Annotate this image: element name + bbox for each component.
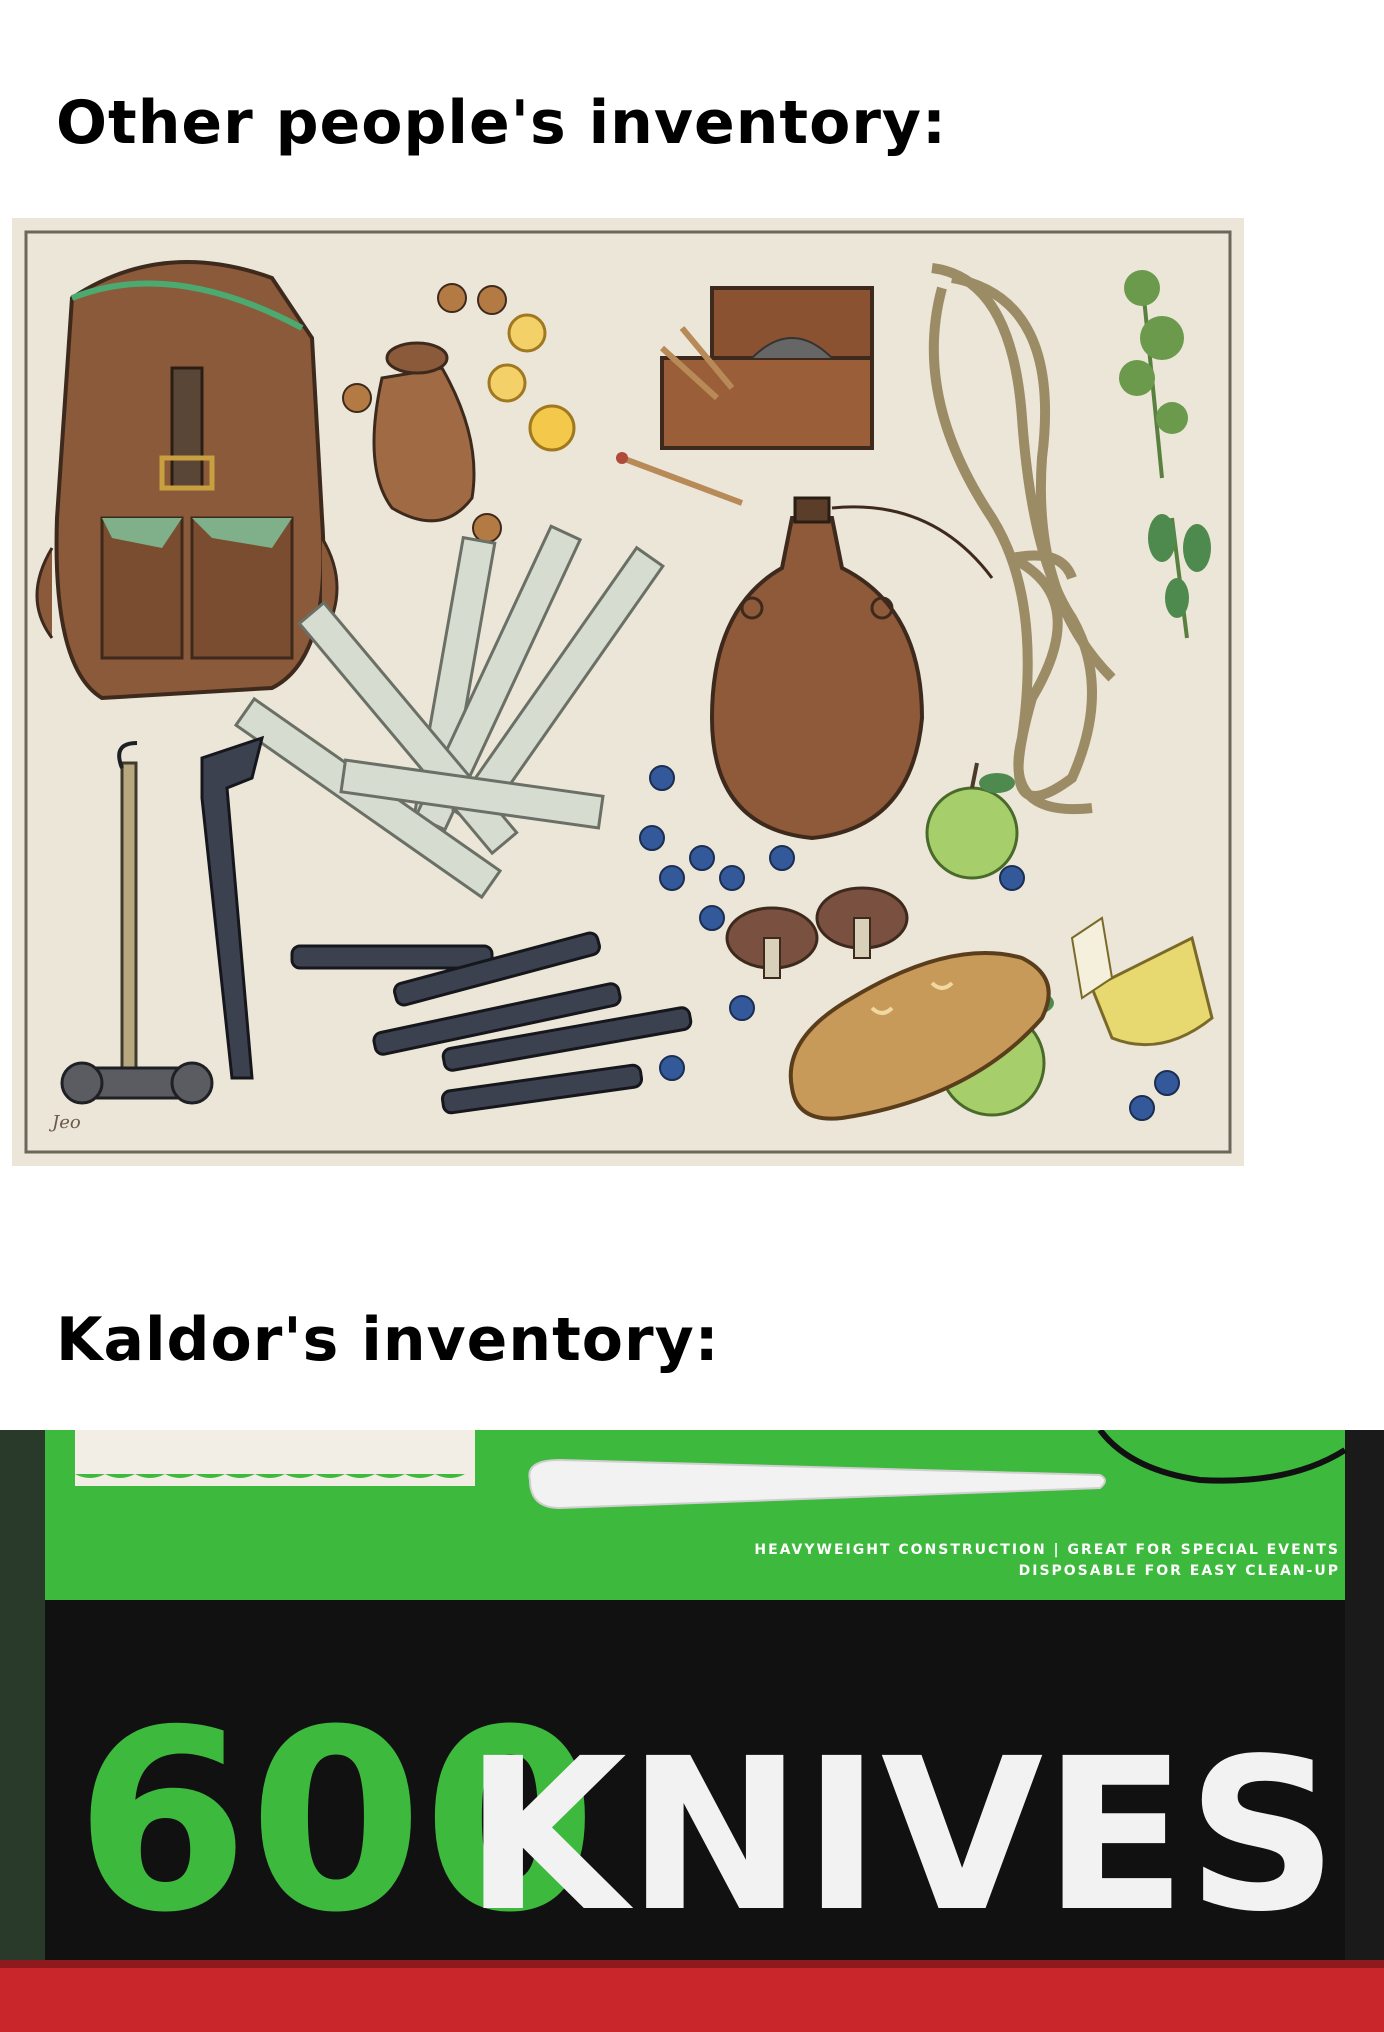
box-label-strip bbox=[75, 1430, 475, 1474]
inventory-illustration: Jeo bbox=[12, 218, 1244, 1166]
backpack-icon bbox=[35, 260, 339, 701]
bottom-caption: Kaldor's inventory: bbox=[56, 1305, 720, 1375]
box-product-name: KNIVES bbox=[464, 1713, 1338, 1958]
store-shelf bbox=[0, 1960, 1384, 2032]
box-tagline-2: DISPOSABLE FOR EASY CLEAN-UP bbox=[1019, 1563, 1340, 1579]
box-tagline-1: HEAVYWEIGHT CONSTRUCTION | GREAT FOR SPE… bbox=[754, 1542, 1340, 1558]
top-caption: Other people's inventory: bbox=[56, 88, 948, 158]
knife-box-photo: HEAVYWEIGHT CONSTRUCTION | GREAT FOR SPE… bbox=[0, 1430, 1384, 2032]
artist-signature: Jeo bbox=[48, 1112, 81, 1133]
